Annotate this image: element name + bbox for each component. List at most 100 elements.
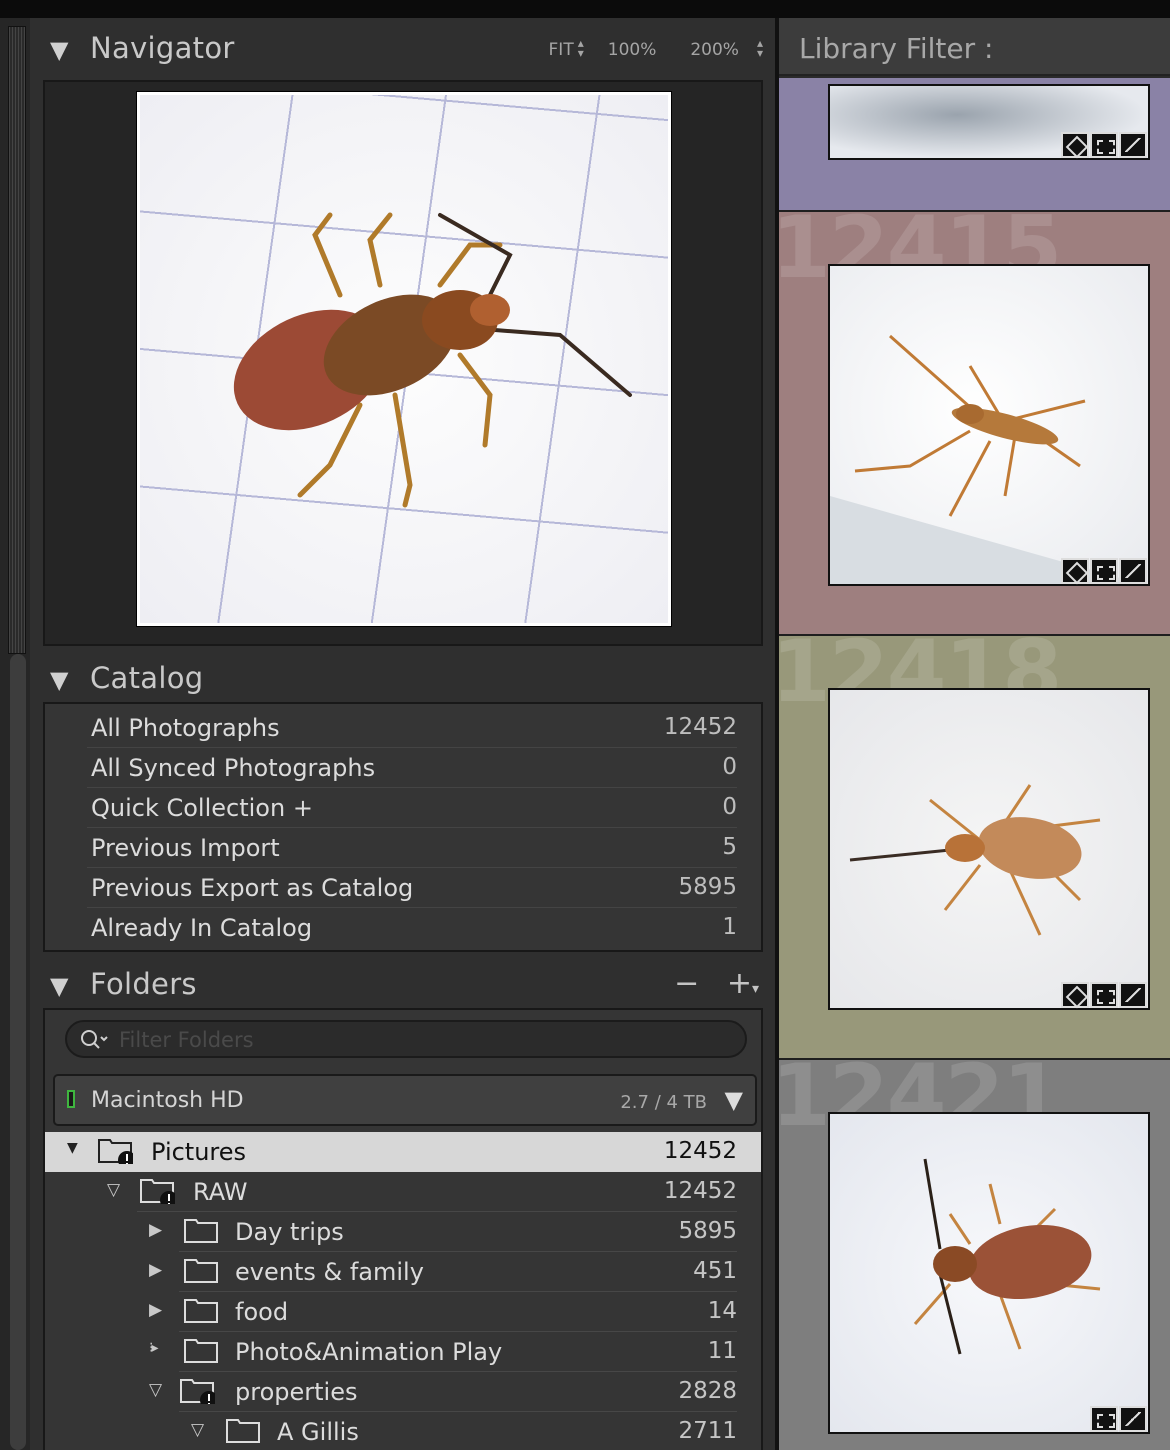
bug-photo	[849, 784, 1101, 936]
navigator-preview-image[interactable]	[136, 91, 672, 627]
thumbnail-image[interactable]	[828, 264, 1150, 586]
collapse-triangle-icon[interactable]: ▼	[50, 36, 68, 64]
crop-badge-icon[interactable]	[1090, 982, 1118, 1008]
zoom-100-button[interactable]: 100%	[608, 40, 657, 60]
thumbnail-badges	[1061, 982, 1147, 1008]
navigator-zoom-controls: FIT ▴ ▾ 100% 200% ▴ ▾	[549, 36, 763, 60]
catalog-item-label: All Photographs	[91, 714, 280, 742]
metadata-badge-icon[interactable]	[1061, 558, 1089, 584]
zoom-200-button[interactable]: 200%	[690, 40, 739, 60]
folder-label: RAW	[193, 1178, 248, 1206]
folder-count: 5895	[678, 1218, 737, 1244]
collapse-triangle-icon[interactable]: ▼	[67, 1140, 78, 1156]
library-filter-bar[interactable]: Library Filter :	[779, 18, 1170, 76]
metadata-badge-icon[interactable]	[1061, 982, 1089, 1008]
catalog-item-all-photographs[interactable]: All Photographs 12452	[45, 708, 761, 748]
catalog-item-count: 1	[722, 914, 737, 940]
folder-row-properties[interactable]: ▽ properties 2828	[45, 1372, 761, 1412]
catalog-item-label: Quick Collection +	[91, 794, 313, 822]
folder-label: properties	[235, 1378, 358, 1406]
expand-triangle-icon[interactable]: ▶	[149, 1260, 162, 1280]
folder-count: 14	[707, 1298, 737, 1324]
folder-row-pictures[interactable]: ▼ Pictures 12452	[45, 1132, 761, 1172]
catalog-item-count: 0	[722, 794, 737, 820]
catalog-item-previous-import[interactable]: Previous Import 5	[45, 828, 761, 868]
folders-title: Folders	[90, 967, 197, 1001]
catalog-list: All Photographs 12452 All Synced Photogr…	[43, 702, 763, 952]
grid-cell[interactable]: 12421	[779, 1060, 1170, 1450]
navigator-header[interactable]: ▼ Navigator FIT ▴ ▾ 100% 200% ▴ ▾	[30, 18, 775, 78]
panel-grip[interactable]	[8, 26, 26, 654]
collapse-triangle-icon[interactable]: ▼	[50, 972, 68, 1000]
zoom-fit-button[interactable]: FIT	[549, 40, 574, 60]
lightroom-library-window: ▼ Navigator FIT ▴ ▾ 100% 200% ▴ ▾ ▼ Cata…	[0, 0, 1170, 1450]
collapse-triangle-icon[interactable]: ▽	[107, 1180, 120, 1200]
volume-capacity: 2.7 / 4 TB	[620, 1092, 707, 1113]
grid-cell[interactable]	[779, 78, 1170, 212]
catalog-item-already-in-catalog[interactable]: Already In Catalog 1	[45, 908, 761, 948]
filter-folders-field[interactable]	[65, 1020, 747, 1058]
dotted-triangle-icon[interactable]: ⁝▸	[149, 1340, 159, 1356]
filter-folders-input[interactable]	[119, 1026, 719, 1054]
folder-count: 2711	[678, 1418, 737, 1444]
expand-triangle-icon[interactable]: ▶	[149, 1300, 162, 1320]
grid-cell[interactable]: 12418	[779, 636, 1170, 1060]
volume-macintosh-hd[interactable]: Macintosh HD 2.7 / 4 TB ▼	[53, 1074, 757, 1126]
volume-status-indicator	[67, 1090, 75, 1108]
navigator-preview[interactable]	[43, 80, 763, 646]
grid-cell[interactable]: 12415	[779, 212, 1170, 636]
thumbnail-image[interactable]	[828, 1112, 1150, 1434]
thumbnail-image[interactable]	[828, 688, 1150, 1010]
catalog-item-label: All Synced Photographs	[91, 754, 376, 782]
folder-row-day-trips[interactable]: ▶ Day trips 5895	[45, 1212, 761, 1252]
develop-badge-icon[interactable]	[1119, 1406, 1147, 1432]
title-bar	[0, 0, 1170, 18]
catalog-item-count: 5895	[678, 874, 737, 900]
folder-row-raw[interactable]: ▽ RAW 12452	[45, 1172, 761, 1212]
catalog-header[interactable]: ▼ Catalog	[30, 648, 775, 708]
catalog-item-all-synced[interactable]: All Synced Photographs 0	[45, 748, 761, 788]
develop-badge-icon[interactable]	[1119, 982, 1147, 1008]
collapse-triangle-icon[interactable]: ▽	[149, 1380, 162, 1400]
zoom-dropdown-icon[interactable]: ▴ ▾	[757, 37, 763, 59]
catalog-item-previous-export[interactable]: Previous Export as Catalog 5895	[45, 868, 761, 908]
thumbnail-badges	[1061, 558, 1147, 584]
folder-row-a-gillis[interactable]: ▽ A Gillis 2711	[45, 1412, 761, 1450]
folder-icon	[184, 1339, 218, 1363]
left-panel: ▼ Navigator FIT ▴ ▾ 100% 200% ▴ ▾ ▼ Cata…	[30, 18, 775, 1450]
folder-icon	[140, 1179, 175, 1204]
navigator-title: Navigator	[90, 31, 235, 65]
crop-badge-icon[interactable]	[1090, 132, 1118, 158]
catalog-item-count: 0	[722, 754, 737, 780]
volume-name: Macintosh HD	[91, 1088, 244, 1113]
folder-row-events-family[interactable]: ▶ events & family 451	[45, 1252, 761, 1292]
bug-photo	[233, 212, 632, 508]
catalog-item-label: Already In Catalog	[91, 914, 313, 942]
catalog-item-quick-collection[interactable]: Quick Collection + 0	[45, 788, 761, 828]
catalog-item-count: 12452	[663, 714, 737, 740]
folders-list: Macintosh HD 2.7 / 4 TB ▼ ▼ Pictures 124…	[43, 1008, 763, 1450]
left-edge-strip	[0, 18, 30, 1450]
sort-arrows-icon: ▴ ▾	[577, 36, 584, 60]
remove-folder-button[interactable]: −	[674, 966, 699, 1001]
collapse-triangle-icon[interactable]: ▼	[50, 666, 68, 694]
crop-badge-icon[interactable]	[1090, 1406, 1118, 1432]
crop-badge-icon[interactable]	[1090, 558, 1118, 584]
scrollbar[interactable]	[10, 654, 26, 1450]
metadata-badge-icon[interactable]	[1061, 132, 1089, 158]
folder-label: Day trips	[235, 1218, 344, 1246]
collapse-triangle-icon[interactable]: ▽	[191, 1420, 204, 1440]
expand-triangle-icon[interactable]: ▶	[149, 1220, 162, 1240]
develop-badge-icon[interactable]	[1119, 132, 1147, 158]
folder-row-photo-animation-play[interactable]: ⁝▸ Photo&Animation Play 11	[45, 1332, 761, 1372]
folder-row-food[interactable]: ▶ food 14	[45, 1292, 761, 1332]
folder-icon	[98, 1139, 133, 1164]
add-folder-button[interactable]: +▾	[727, 966, 759, 1001]
folders-header[interactable]: ▼ Folders − +▾	[30, 954, 775, 1014]
search-icon[interactable]	[79, 1028, 111, 1052]
catalog-item-label: Previous Import	[91, 834, 280, 862]
folder-count: 451	[693, 1258, 737, 1284]
develop-badge-icon[interactable]	[1119, 558, 1147, 584]
volume-collapse-icon[interactable]: ▼	[725, 1086, 743, 1114]
library-grid: Library Filter : 12415 12418 12421	[779, 18, 1170, 1450]
